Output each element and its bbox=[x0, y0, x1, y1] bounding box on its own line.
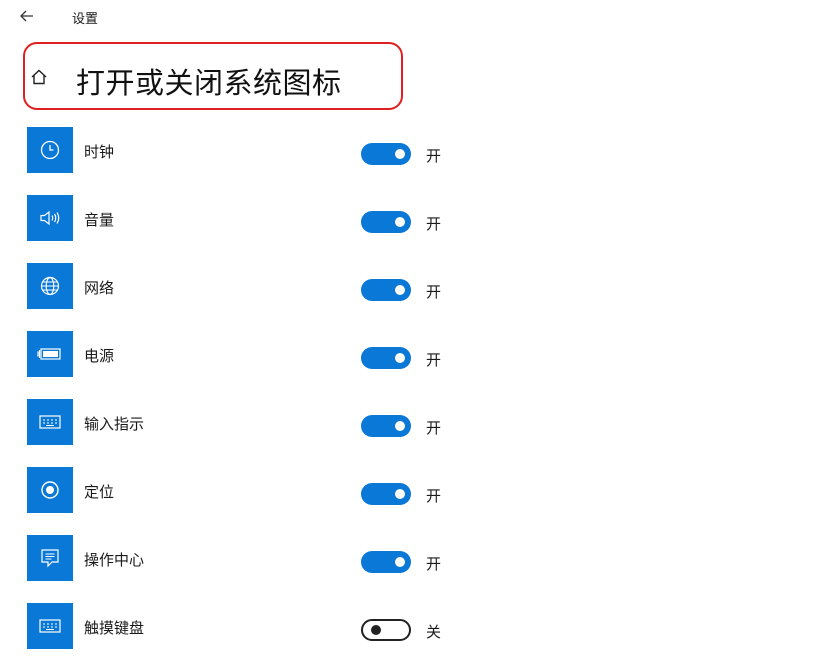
setting-row-location: 定位 开 bbox=[27, 466, 467, 534]
system-icon-list: 时钟 开 音量 开 网络 开 电源 开 输入指示 开 定位 开 操作中心 开 触… bbox=[27, 126, 467, 670]
action-center-toggle[interactable] bbox=[361, 551, 411, 573]
power-toggle[interactable] bbox=[361, 347, 411, 369]
input-indicator-tile bbox=[27, 399, 73, 445]
location-icon bbox=[41, 481, 59, 499]
volume-toggle[interactable] bbox=[361, 211, 411, 233]
toggle-state: 开 bbox=[426, 215, 442, 233]
setting-row-input-indicator: 输入指示 开 bbox=[27, 398, 467, 466]
clock-tile bbox=[27, 127, 73, 173]
toggle-state: 开 bbox=[426, 419, 442, 437]
back-button[interactable] bbox=[14, 4, 40, 28]
location-toggle[interactable] bbox=[361, 483, 411, 505]
setting-label: 网络 bbox=[84, 279, 115, 297]
home-icon[interactable] bbox=[28, 66, 50, 88]
volume-tile bbox=[27, 195, 73, 241]
toggle-knob bbox=[395, 353, 405, 363]
toggle-knob bbox=[395, 557, 405, 567]
touch-keyboard-toggle[interactable] bbox=[361, 619, 411, 641]
keyboard-icon bbox=[39, 619, 61, 633]
setting-label: 输入指示 bbox=[84, 415, 145, 433]
toggle-knob bbox=[395, 489, 405, 499]
toggle-knob bbox=[371, 625, 381, 635]
toggle-knob bbox=[395, 149, 405, 159]
setting-row-action-center: 操作中心 开 bbox=[27, 534, 467, 602]
globe-icon bbox=[40, 276, 60, 296]
keyboard-icon bbox=[39, 415, 61, 429]
setting-row-power: 电源 开 bbox=[27, 330, 467, 398]
toggle-state: 开 bbox=[426, 351, 442, 369]
setting-label: 时钟 bbox=[84, 143, 115, 161]
battery-icon bbox=[37, 348, 61, 360]
page-title: 打开或关闭系统图标 bbox=[76, 66, 342, 100]
toggle-knob bbox=[395, 217, 405, 227]
app-title: 设置 bbox=[72, 12, 99, 27]
toggle-knob bbox=[395, 421, 405, 431]
input-indicator-toggle[interactable] bbox=[361, 415, 411, 437]
network-tile bbox=[27, 263, 73, 309]
clock-icon bbox=[40, 140, 60, 160]
toggle-knob bbox=[395, 285, 405, 295]
location-tile bbox=[27, 467, 73, 513]
setting-row-clock: 时钟 开 bbox=[27, 126, 467, 194]
toggle-state: 开 bbox=[426, 487, 442, 505]
power-tile bbox=[27, 331, 73, 377]
volume-icon bbox=[40, 210, 60, 226]
setting-row-volume: 音量 开 bbox=[27, 194, 467, 262]
setting-label: 定位 bbox=[84, 483, 115, 501]
toggle-state: 开 bbox=[426, 555, 442, 573]
action-center-icon bbox=[41, 549, 59, 568]
setting-label: 操作中心 bbox=[84, 551, 145, 569]
toggle-state: 关 bbox=[426, 623, 442, 641]
network-toggle[interactable] bbox=[361, 279, 411, 301]
toggle-state: 开 bbox=[426, 147, 442, 165]
setting-label: 触摸键盘 bbox=[84, 619, 145, 637]
clock-toggle[interactable] bbox=[361, 143, 411, 165]
toggle-state: 开 bbox=[426, 283, 442, 301]
touch-keyboard-tile bbox=[27, 603, 73, 649]
setting-row-network: 网络 开 bbox=[27, 262, 467, 330]
title-bar: 设置 bbox=[0, 0, 832, 32]
setting-row-touch-keyboard: 触摸键盘 关 bbox=[27, 602, 467, 670]
setting-label: 电源 bbox=[84, 347, 115, 365]
action-center-tile bbox=[27, 535, 73, 581]
setting-label: 音量 bbox=[84, 211, 115, 229]
back-arrow-icon bbox=[20, 10, 33, 22]
